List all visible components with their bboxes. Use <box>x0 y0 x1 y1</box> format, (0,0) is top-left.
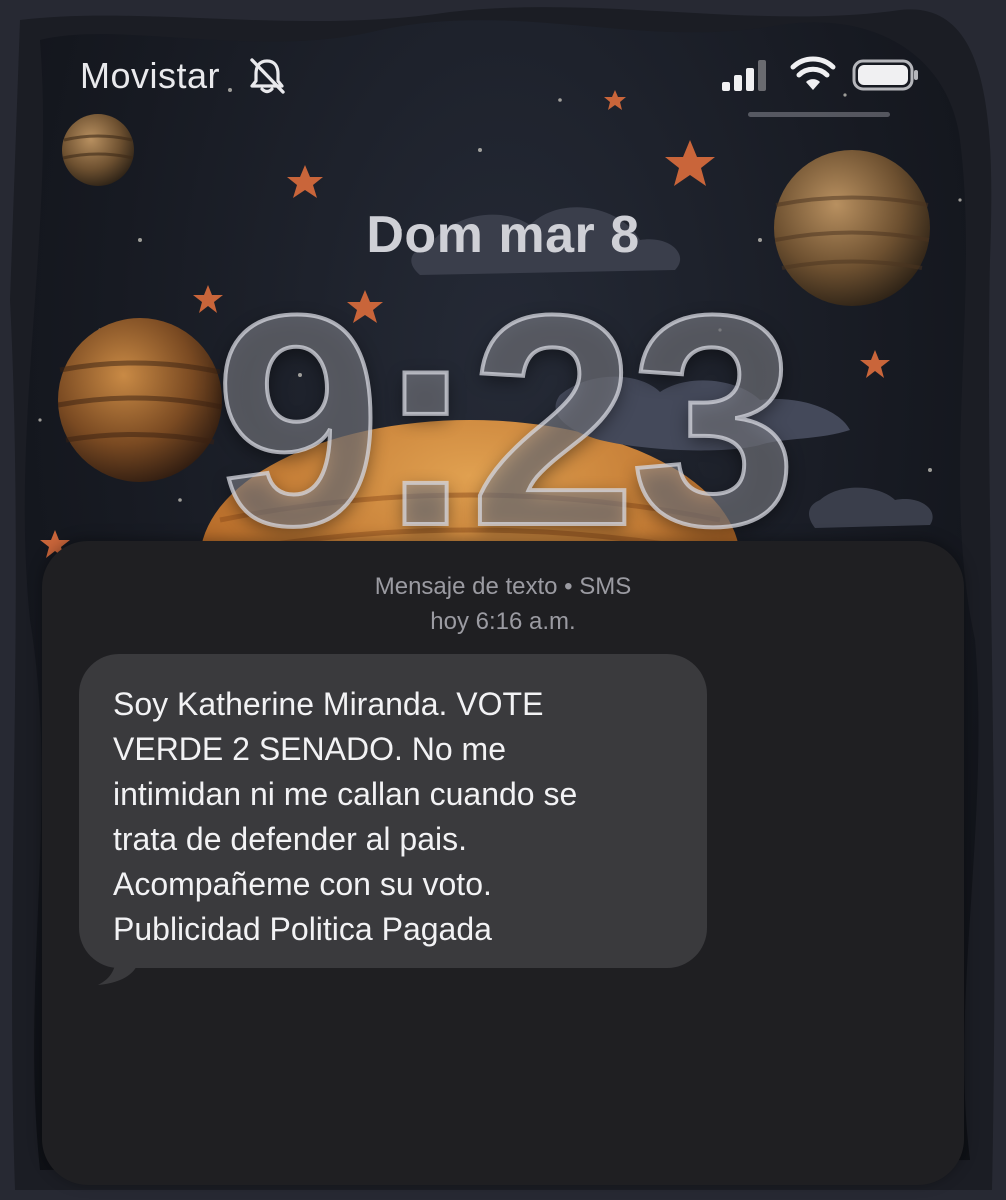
bell-slash-icon <box>250 58 285 94</box>
battery-icon <box>852 59 918 91</box>
sms-notification-card[interactable]: Mensaje de texto • SMS hoy 6:16 a.m. Soy… <box>42 541 964 1185</box>
status-indicator-bar <box>748 112 890 117</box>
notification-timestamp: hoy 6:16 a.m. <box>430 608 576 635</box>
cellular-signal-icon <box>722 60 766 91</box>
carrier-name: Movistar <box>80 55 221 96</box>
notification-source: Mensaje de texto • SMS <box>374 573 632 600</box>
lock-screen-clock: 9:23 <box>213 252 799 588</box>
message-text: Soy Katherine Miranda. VOTE VERDE 2 SENA… <box>113 686 578 947</box>
lock-screen: Movistar Dom mar 8 9:23 Mensaje de texto… <box>0 0 1006 1200</box>
wifi-icon <box>790 56 836 90</box>
message-bubble[interactable]: Soy Katherine Miranda. VOTE VERDE 2 SENA… <box>79 654 707 968</box>
